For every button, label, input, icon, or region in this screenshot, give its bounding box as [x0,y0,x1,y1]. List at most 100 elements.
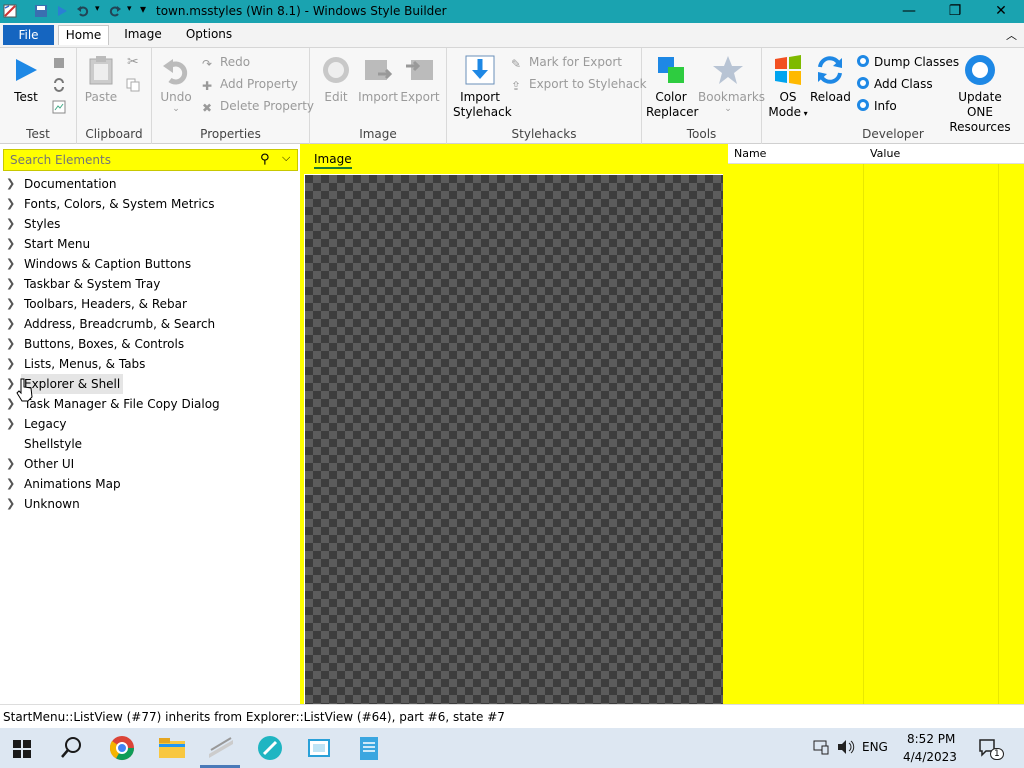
add-class-icon [857,77,869,89]
tab-image-preview[interactable]: Image [314,152,352,169]
column-value[interactable]: Value [870,147,900,160]
chart-small-icon[interactable] [52,100,66,114]
search-box: ⚲ ⌵ [3,149,298,171]
expand-arrow-icon[interactable]: ❯ [6,414,15,434]
file-explorer-icon[interactable] [156,732,188,764]
os-mode-button[interactable]: OS Mode ▾ [768,54,808,121]
undo-dropdown-icon[interactable]: ▾ [95,4,100,14]
update-one-resources-button[interactable]: Update ONE Resources [944,54,1016,135]
tree-item-taskbar[interactable]: ❯ Taskbar & System Tray [0,274,300,294]
tree-item-toolbars[interactable]: ❯ Toolbars, Headers, & Rebar [0,294,300,314]
taskbar-search-icon[interactable] [56,732,88,764]
tab-image[interactable]: Image [117,25,169,45]
tree-item-unknown[interactable]: ❯ Unknown [0,494,300,514]
tree-item-buttons[interactable]: ❯ Buttons, Boxes, & Controls [0,334,300,354]
redo-dropdown-icon[interactable]: ▾ [127,4,132,14]
tree-item-legacy[interactable]: ❯ Legacy [0,414,300,434]
mark-for-export-button[interactable]: ✎ Mark for Export [511,53,622,71]
import-button[interactable]: Import [358,54,398,105]
undo-quick-icon[interactable] [76,4,90,18]
expand-arrow-icon[interactable]: ❯ [6,474,15,494]
delete-property-button[interactable]: ✖ Delete Property [202,97,314,115]
expand-arrow-icon[interactable]: ❯ [6,394,15,414]
bookmarks-button[interactable]: Bookmarks ⌄ [698,54,765,117]
reload-button[interactable]: Reload [810,54,851,105]
group-stylehacks: Import Stylehack ✎ Mark for Export ⇪ Expor… [447,48,647,144]
column-name[interactable]: Name [734,147,766,160]
color-replacer-button[interactable]: Color Replacer [646,54,698,120]
tree-item-styles[interactable]: ❯ Styles [0,214,300,234]
tab-file[interactable]: File [3,25,54,45]
style-builder-icon[interactable] [205,732,237,764]
expand-arrow-icon[interactable]: ❯ [6,354,15,374]
chrome-icon[interactable] [106,732,138,764]
tab-home[interactable]: Home [58,25,109,45]
image-canvas[interactable] [305,175,723,704]
tab-options[interactable]: Options [180,25,238,45]
export-button[interactable]: Export [400,54,440,105]
undo-button[interactable]: Undo ⌄ [158,54,194,117]
export-to-stylehack-button[interactable]: ⇪ Export to Stylehack [511,75,647,93]
tree-item-explorer-shell[interactable]: ❯ Explorer & Shell [0,374,300,394]
redo-quick-icon[interactable] [108,4,122,18]
window-app-icon[interactable] [303,732,335,764]
tree-item-fonts-colors[interactable]: ❯ Fonts, Colors, & System Metrics [0,194,300,214]
paste-button[interactable]: Paste [83,54,119,105]
redo-button[interactable]: ↷ Redo [202,53,250,71]
expand-arrow-icon[interactable]: ❯ [6,334,15,354]
save-icon[interactable] [34,4,48,18]
ribbon-collapse-icon[interactable]: ︿ [1006,27,1017,43]
expand-arrow-icon[interactable]: ❯ [6,194,15,214]
expand-arrow-icon[interactable]: ❯ [6,314,15,334]
expand-arrow-icon[interactable]: ❯ [6,254,15,274]
copy-icon[interactable] [126,78,140,92]
clock-time[interactable]: 8:52 PM [907,732,955,746]
test-button[interactable]: Test [6,54,46,105]
refresh-small-icon[interactable] [52,78,66,92]
expand-arrow-icon[interactable]: ❯ [6,274,15,294]
expand-arrow-icon[interactable]: ❯ [6,494,15,514]
expand-arrow-icon[interactable]: ❯ [6,214,15,234]
tree-item-lists[interactable]: ❯ Lists, Menus, & Tabs [0,354,300,374]
edit-button[interactable]: Edit [318,54,354,105]
tree-item-other-ui[interactable]: ❯ Other UI [0,454,300,474]
search-icon[interactable]: ⚲ [260,152,270,167]
expand-arrow-icon[interactable]: ❯ [6,174,15,194]
expand-arrow-icon[interactable]: ❯ [6,454,15,474]
add-property-button[interactable]: ✚ Add Property [202,75,298,93]
import-stylehack-button[interactable]: Import Stylehack [453,54,512,120]
tree-item-task-manager[interactable]: ❯ Task Manager & File Copy Dialog [0,394,300,414]
tree-item-documentation[interactable]: ❯ Documentation [0,174,300,194]
taskbar: ENG 8:52 PM 4/4/2023 1 [0,728,1024,768]
expand-arrow-icon[interactable]: ❯ [6,374,15,394]
clock-date[interactable]: 4/4/2023 [903,750,957,764]
customize-toolbar-icon[interactable]: ▾ [140,2,146,16]
chevron-down-icon[interactable]: ⌵ [282,151,290,165]
language-indicator[interactable]: ENG [862,740,888,754]
tree-item-shellstyle[interactable]: Shellstyle [0,434,300,454]
minimize-button[interactable]: — [886,0,932,23]
splitter[interactable] [300,144,304,704]
os-mode-dropdown-arrow[interactable]: ▾ [801,109,808,118]
network-icon[interactable] [812,738,830,756]
search-input[interactable] [10,152,250,168]
info-button[interactable]: Info [856,97,897,115]
tree-item-address[interactable]: ❯ Address, Breadcrumb, & Search [0,314,300,334]
cut-icon[interactable]: ✂ [127,54,139,70]
volume-icon[interactable] [836,738,856,756]
close-button[interactable]: ✕ [978,0,1024,23]
tree-item-windows-caption[interactable]: ❯ Windows & Caption Buttons [0,254,300,274]
window-title: town.msstyles (Win 8.1) - Windows Style … [156,4,447,18]
test-run-icon[interactable] [55,4,69,18]
expand-arrow-icon[interactable]: ❯ [6,294,15,314]
tree-item-animations-map[interactable]: ❯ Animations Map [0,474,300,494]
start-icon[interactable] [7,732,37,764]
tree-item-start-menu[interactable]: ❯ Start Menu [0,234,300,254]
notepad-icon[interactable] [353,732,385,764]
group-label-developer: Developer [862,127,924,141]
add-class-button[interactable]: Add Class [856,75,933,93]
teal-app-icon[interactable] [254,732,286,764]
maximize-button[interactable]: ❐ [932,0,978,23]
expand-arrow-icon[interactable]: ❯ [6,234,15,254]
stop-icon[interactable] [52,56,66,70]
